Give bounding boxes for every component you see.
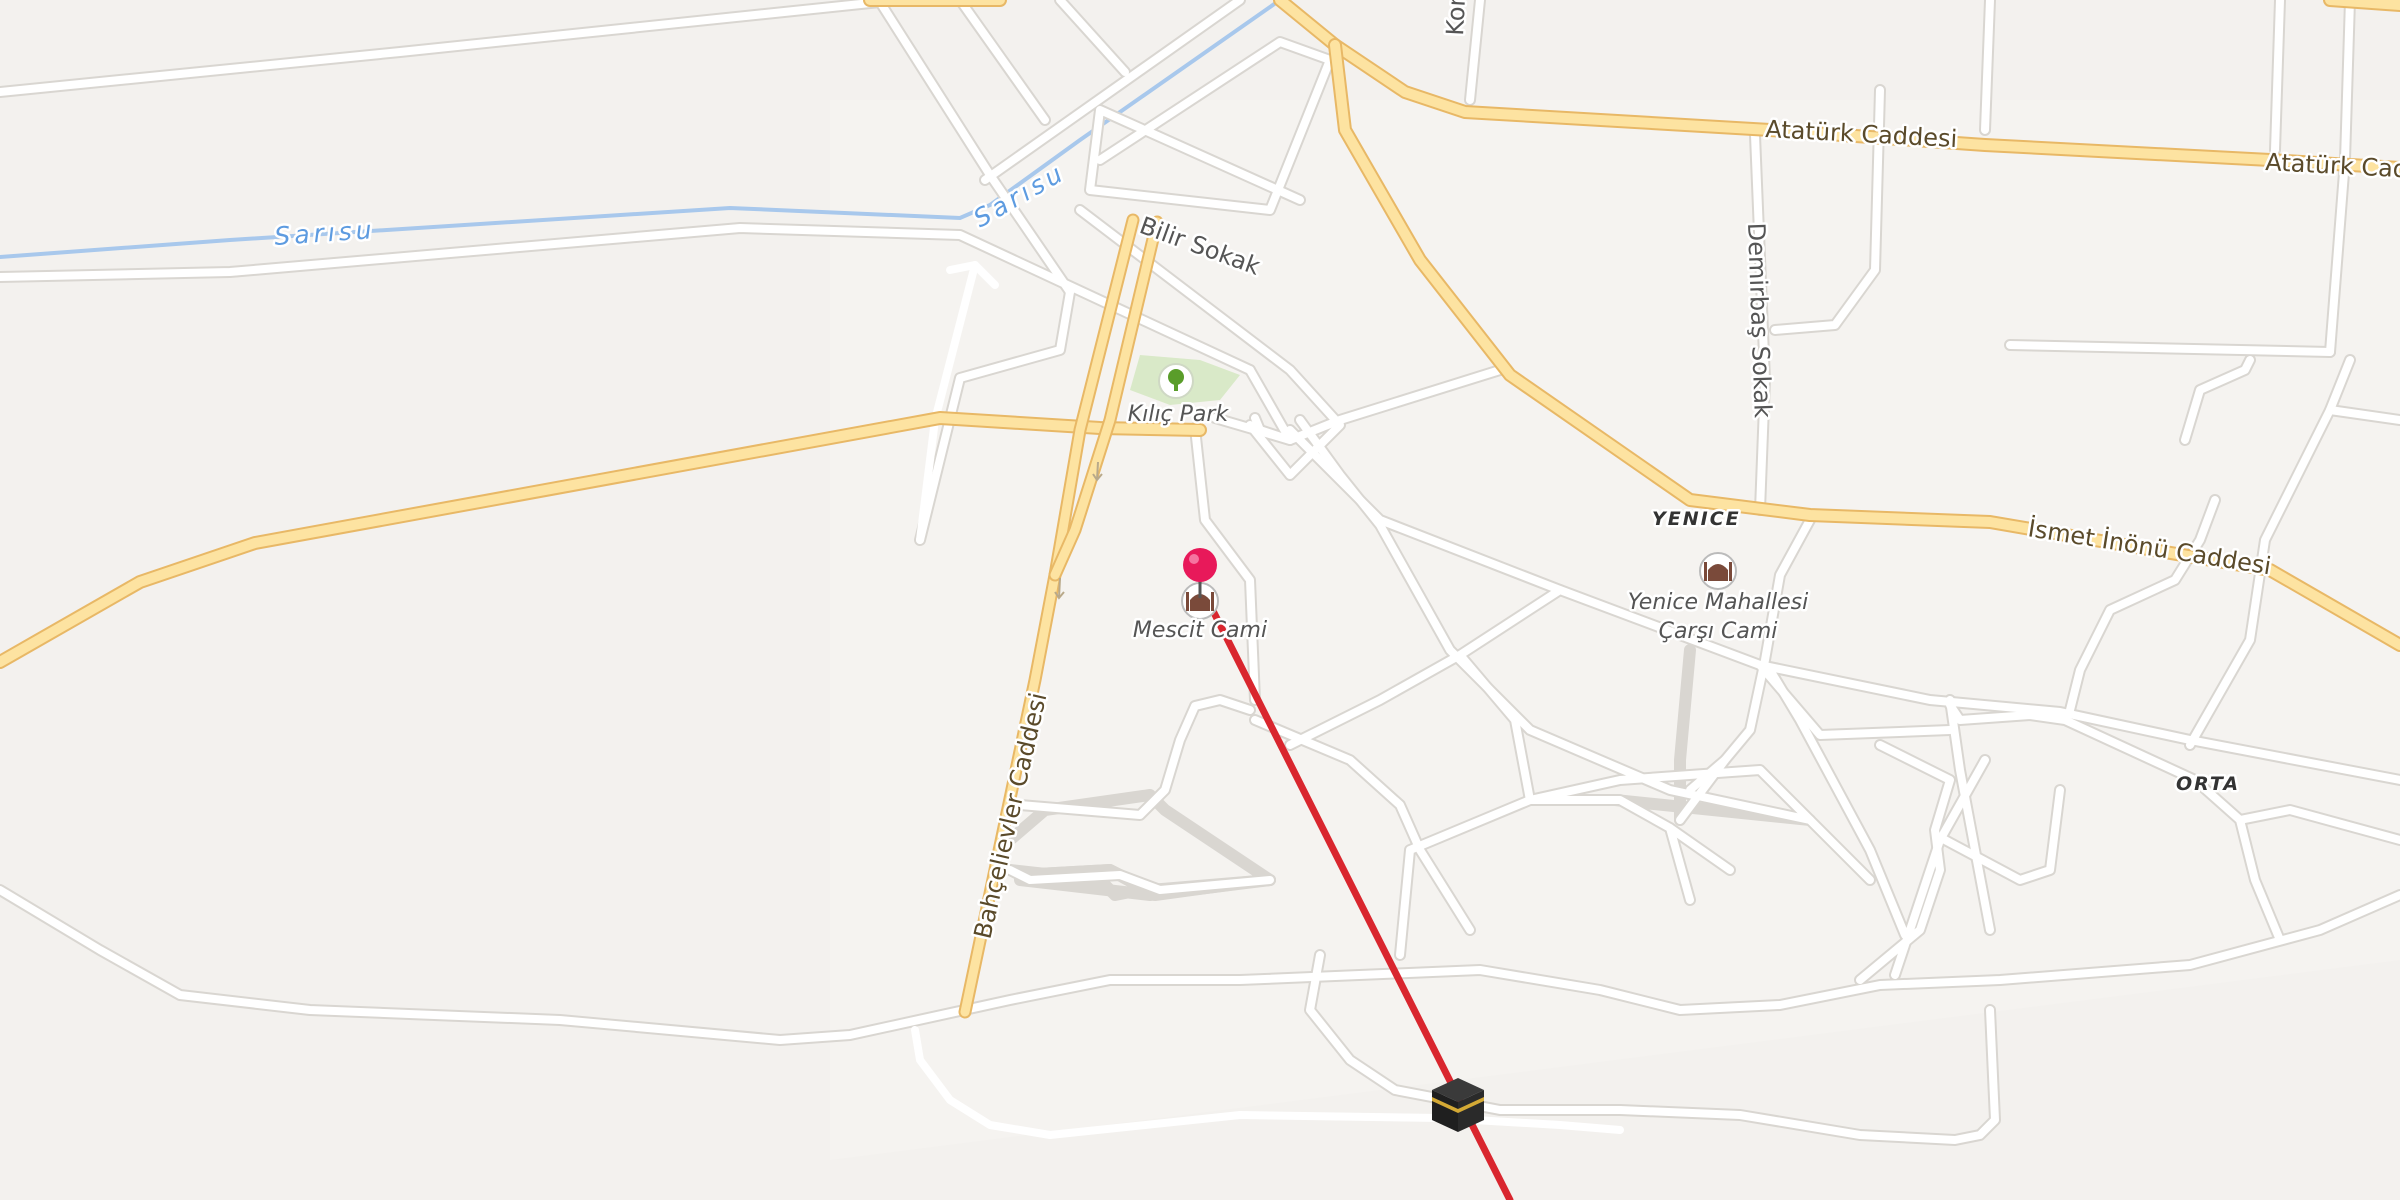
poi-label-kilic-park: Kılıç Park <box>1128 402 1230 427</box>
district-label-orta: ORTA <box>2176 773 2240 795</box>
poi-label-yenice-cami-line2: Çarşı Cami <box>1659 619 1778 644</box>
road-label-kon: Kon <box>1441 0 1471 36</box>
map-view[interactable]: Atatürk Caddesi Atatürk Caddesi İsmet İn… <box>0 0 2400 1200</box>
map-canvas[interactable]: Atatürk Caddesi Atatürk Caddesi İsmet İn… <box>0 0 2400 1200</box>
district-label-yenice: YENICE <box>1652 508 1741 530</box>
poi-label-yenice-cami-line1: Yenice Mahallesi <box>1628 590 1808 615</box>
poi-label-mescit-cami: Mescit Cami <box>1133 618 1267 643</box>
